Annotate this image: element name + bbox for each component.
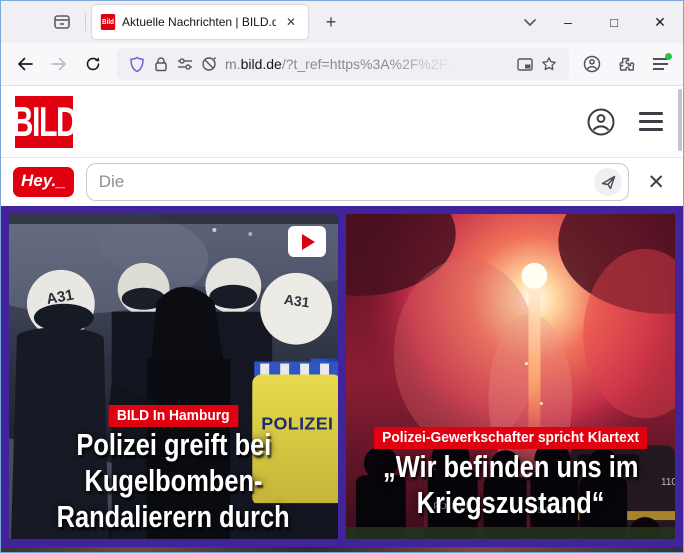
article-card-hamburg[interactable]: A31 A31 POLIZEI BILD In Hamburg Polizei … — [9, 214, 338, 539]
puzzle-icon — [618, 56, 635, 73]
blocked-content-icon[interactable] — [197, 56, 221, 72]
send-icon — [601, 175, 616, 190]
reload-button[interactable] — [77, 48, 109, 80]
permissions-icon[interactable] — [173, 57, 197, 71]
site-account-button[interactable] — [583, 104, 619, 140]
reload-icon — [85, 56, 101, 72]
card-text-overlay: Polizei-Gewerkschafter spricht Klartext … — [346, 427, 675, 521]
user-icon — [586, 107, 616, 137]
teaser-band: A31 A31 POLIZEI BILD In Hamburg Polizei … — [1, 206, 683, 547]
headline-line: „Wir befinden uns im — [346, 449, 675, 485]
tab-close-icon[interactable]: ✕ — [282, 13, 300, 31]
search-input[interactable]: Die — [86, 163, 630, 201]
firefox-view-button[interactable] — [47, 8, 77, 36]
navigation-toolbar: m.bild.de/?t_ref=https%3A%2F%2Fw — [1, 43, 683, 86]
menu-notification-badge — [665, 53, 672, 60]
back-button[interactable] — [9, 48, 41, 80]
tab-title: Aktuelle Nachrichten | BILD.de — [122, 15, 276, 29]
headline-line: Randalierern durch — [9, 499, 338, 535]
url-path: /?t_ref=https%3A%2F%2Fw — [282, 56, 457, 72]
chevron-down-icon — [523, 18, 537, 27]
list-all-tabs-button[interactable] — [515, 8, 545, 36]
bookmark-star-icon[interactable] — [537, 56, 561, 72]
headline-line: Kugelbomben- — [9, 463, 338, 499]
browser-window: Bild Aktuelle Nachrichten | BILD.de ✕ + … — [0, 0, 684, 553]
tab-separator — [85, 13, 86, 31]
hey-badge[interactable]: Hey._ — [13, 167, 74, 197]
site-hamburger-icon — [639, 112, 663, 131]
picture-in-picture-icon[interactable] — [513, 58, 537, 71]
browser-tab[interactable]: Bild Aktuelle Nachrichten | BILD.de ✕ — [92, 5, 308, 39]
search-row: Hey._ Die ✕ — [1, 158, 683, 206]
account-icon — [583, 55, 601, 73]
search-value: Die — [99, 172, 595, 192]
lock-icon[interactable] — [149, 56, 173, 72]
next-teaser-sliver — [1, 547, 683, 553]
bild-logo[interactable]: BILD — [15, 96, 73, 148]
kicker-badge: Polizei-Gewerkschafter spricht Klartext — [374, 427, 647, 449]
forward-icon — [51, 57, 67, 71]
search-close-icon[interactable]: ✕ — [641, 170, 671, 195]
account-button[interactable] — [577, 49, 607, 79]
tracking-shield-icon[interactable] — [125, 56, 149, 73]
maximize-button[interactable]: □ — [591, 1, 637, 43]
app-menu-button[interactable] — [645, 49, 675, 79]
toolbar-right-buttons — [577, 49, 675, 79]
minimize-button[interactable]: – — [545, 1, 591, 43]
extensions-button[interactable] — [611, 49, 641, 79]
url-bar[interactable]: m.bild.de/?t_ref=https%3A%2F%2Fw — [117, 48, 569, 80]
url-text[interactable]: m.bild.de/?t_ref=https%3A%2F%2Fw — [225, 56, 513, 72]
firefox-view-icon — [53, 13, 71, 31]
url-domain: bild.de — [241, 56, 282, 72]
scrollbar-thumb[interactable] — [678, 89, 682, 151]
article-card-kriegszustand[interactable]: 110 POLIZEI BY 5413 Polizei-Gewerkschaft… — [346, 214, 675, 539]
site-header: BILD — [1, 86, 683, 158]
bild-favicon: Bild — [101, 14, 115, 30]
url-subdomain: m. — [225, 56, 241, 72]
site-menu-button[interactable] — [633, 104, 669, 140]
headline-line: Kriegszustand“ — [346, 485, 675, 521]
play-icon — [302, 234, 315, 250]
headline-line: Polizei greift bei — [9, 427, 338, 463]
card-text-overlay: BILD In Hamburg Polizei greift bei Kugel… — [9, 405, 338, 535]
window-close-button[interactable]: ✕ — [637, 1, 683, 43]
back-icon — [17, 57, 33, 71]
kicker-badge: BILD In Hamburg — [109, 405, 238, 427]
new-tab-button[interactable]: + — [316, 8, 346, 36]
search-submit-button[interactable] — [594, 168, 622, 196]
tab-bar: Bild Aktuelle Nachrichten | BILD.de ✕ + … — [1, 1, 683, 43]
video-play-button[interactable] — [288, 226, 326, 257]
forward-button[interactable] — [43, 48, 75, 80]
